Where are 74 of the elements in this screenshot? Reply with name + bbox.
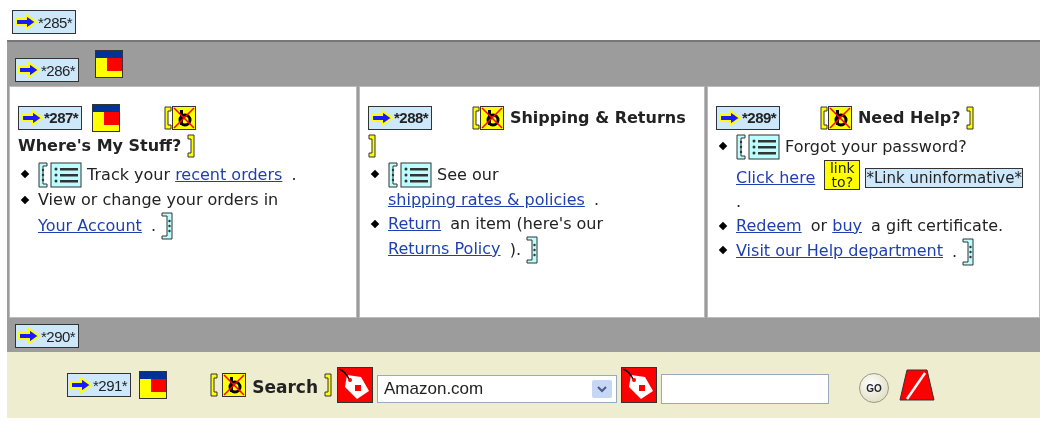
crossed-heading-icon (222, 373, 247, 397)
bracket-icon (819, 105, 829, 130)
list-start-icon (388, 161, 432, 188)
link[interactable]: Your Account (38, 215, 146, 235)
trapezoid-icon (899, 369, 935, 401)
bullet-icon (20, 169, 30, 179)
search-dropdown[interactable]: Amazon.com (377, 375, 617, 403)
tag-icon (337, 367, 373, 403)
crossed-heading-icon (171, 105, 196, 130)
bracket-icon (186, 134, 196, 158)
bracket-icon (368, 134, 377, 158)
column-heading: Need Help? (857, 106, 961, 129)
go-button[interactable]: GO (859, 373, 889, 403)
item-text: Forgot your password? (785, 136, 967, 155)
bracket-icon (324, 373, 333, 397)
item-text: an item (here's our (450, 213, 604, 233)
bullet-icon (718, 141, 728, 150)
link[interactable]: Return (388, 213, 446, 233)
anchor-label: *290* (41, 327, 76, 345)
link-warning-note: *Link uninformative* (865, 167, 1023, 188)
bullet-icon (718, 221, 728, 230)
list-end-icon (962, 237, 975, 266)
bracket-icon (209, 373, 219, 397)
link[interactable]: Click here (736, 167, 820, 187)
anchor-label: *287* (44, 107, 79, 128)
list-end-icon (526, 235, 539, 264)
item-text: . (150, 215, 157, 235)
arrow-icon (18, 328, 40, 344)
item-text: . (952, 241, 958, 260)
anchor-label: *291* (93, 376, 128, 394)
item-text: or (810, 215, 828, 235)
crossed-heading-icon (480, 105, 505, 130)
item-text: a gift certificate. (871, 215, 1004, 235)
chevron-down-icon (592, 380, 612, 398)
tag-icon (621, 367, 657, 403)
list-end-icon (161, 212, 174, 240)
list-start-icon (38, 162, 82, 188)
link[interactable]: buy (832, 215, 866, 235)
bullet-icon (20, 195, 30, 205)
anchor-label: *285* (38, 13, 73, 31)
search-heading: Search (252, 377, 318, 397)
anchor-label: *288* (394, 107, 429, 128)
bracket-icon (471, 105, 481, 130)
arrow-icon (719, 109, 741, 126)
link[interactable]: recent orders (175, 164, 287, 184)
link[interactable]: Visit our Help department (736, 241, 947, 260)
item-text: See our (437, 164, 499, 183)
anchor-label: *289* (742, 107, 777, 128)
anchor-label: *286* (41, 61, 76, 79)
link[interactable]: Redeem (736, 215, 806, 235)
item-text: ). (509, 239, 521, 258)
column-heading: Shipping & Returns (509, 106, 686, 129)
item-text: View or change your orders in (38, 190, 279, 209)
arrow-icon (21, 109, 43, 126)
bullet-icon (370, 169, 380, 178)
item-text: . (291, 164, 297, 184)
arrow-icon (15, 14, 37, 30)
arrow-icon (70, 377, 92, 393)
arrow-icon (18, 62, 40, 78)
column-heading: Where's My Stuff? (18, 135, 182, 157)
item-text: . (593, 189, 599, 209)
list-start-icon (736, 133, 780, 160)
arrow-icon (371, 109, 393, 126)
bracket-icon (966, 105, 976, 130)
item-text: Track your (87, 164, 171, 184)
item-text: . (736, 191, 742, 211)
bracket-icon (162, 105, 172, 130)
link-warning-badge: link to? (824, 159, 861, 190)
bullet-icon (370, 219, 380, 228)
search-field[interactable] (661, 374, 829, 404)
crossed-heading-icon (828, 105, 853, 130)
link[interactable]: shipping rates & policies (388, 189, 589, 209)
link[interactable]: Returns Policy (388, 239, 505, 258)
bullet-icon (718, 245, 728, 254)
